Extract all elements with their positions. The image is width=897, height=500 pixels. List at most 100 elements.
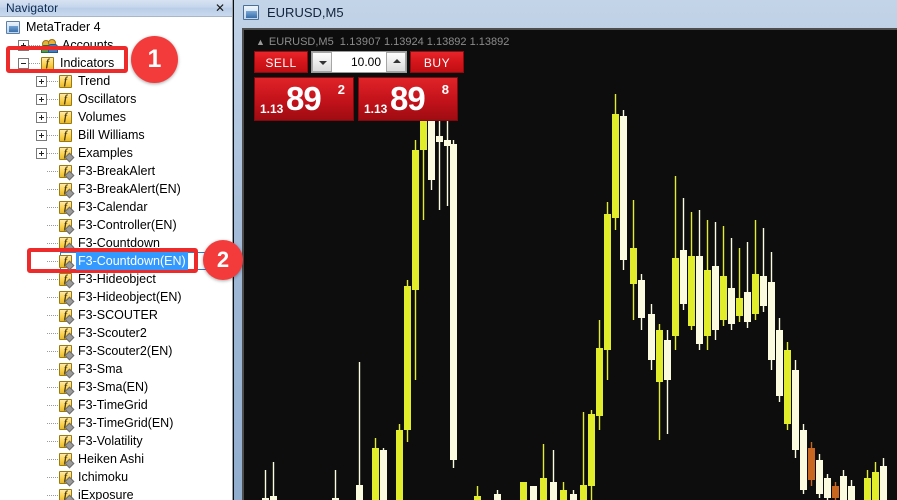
tree-item-label: Bill Williams bbox=[78, 128, 145, 142]
tree-item-f3-controller-en[interactable]: f F3-Controller(EN) bbox=[36, 216, 179, 234]
tree-item-heiken-ashi[interactable]: f Heiken Ashi bbox=[36, 450, 146, 468]
volume-input[interactable]: 10.00 bbox=[332, 55, 386, 69]
chart-titlebar[interactable]: EURUSD,M5 bbox=[234, 0, 897, 27]
fx-custom-icon: f bbox=[59, 344, 72, 358]
tree-item-ichimoku[interactable]: f Ichimoku bbox=[36, 468, 130, 486]
expand-icon[interactable] bbox=[36, 93, 47, 105]
fx-folder-icon: f bbox=[59, 128, 72, 142]
tree-item-f3-scouter2[interactable]: f F3-Scouter2 bbox=[36, 324, 149, 342]
buy-price-fraction: 8 bbox=[441, 82, 449, 97]
tree-item-f3-scouter2-en[interactable]: f F3-Scouter2(EN) bbox=[36, 342, 174, 360]
tree-item-f3-calendar[interactable]: f F3-Calendar bbox=[36, 198, 149, 216]
expand-icon[interactable] bbox=[18, 39, 29, 51]
sell-price-big: 89 bbox=[286, 80, 322, 117]
ohlc-open: 1.13907 bbox=[339, 36, 381, 48]
tree-item-f3-hideobject[interactable]: f F3-Hideobject bbox=[36, 270, 158, 288]
candle-body bbox=[720, 276, 727, 320]
accounts-icon bbox=[41, 38, 58, 53]
collapse-icon[interactable] bbox=[18, 57, 29, 69]
tree-item-label: Oscillators bbox=[78, 92, 137, 106]
tree-item-f3-sma-en[interactable]: f F3-Sma(EN) bbox=[36, 378, 150, 396]
tree-item-f3-countdown[interactable]: f F3-Countdown bbox=[36, 234, 162, 252]
tree-item-f3-volatility[interactable]: f F3-Volatility bbox=[36, 432, 145, 450]
spinner-up-icon[interactable] bbox=[386, 52, 406, 72]
tree-item-f3-breakalert-en[interactable]: f F3-BreakAlert(EN) bbox=[36, 180, 183, 198]
candle-body bbox=[270, 496, 277, 500]
tree-item-f3-timegrid-en[interactable]: f F3-TimeGrid(EN) bbox=[36, 414, 175, 432]
candle-body bbox=[760, 276, 767, 306]
navigator-panel: Navigator ✕ MetaTrader 4 Accounts f Indicat… bbox=[0, 0, 233, 500]
sell-price-display[interactable]: 1.13 89 2 bbox=[254, 77, 354, 121]
tree-item-volumes[interactable]: f Volumes bbox=[36, 108, 128, 126]
tree-item-f3-timegrid[interactable]: f F3-TimeGrid bbox=[36, 396, 150, 414]
buy-price-display[interactable]: 1.13 89 8 bbox=[358, 77, 458, 121]
navigator-tree[interactable]: MetaTrader 4 Accounts f Indicators f Trend f Os… bbox=[0, 18, 232, 500]
tree-item-f3-hideobject-en[interactable]: f F3-Hideobject(EN) bbox=[36, 288, 184, 306]
chart-title: EURUSD,M5 bbox=[267, 5, 344, 20]
tree-item-bill-williams[interactable]: f Bill Williams bbox=[36, 126, 147, 144]
candle-body bbox=[612, 114, 619, 218]
tree-item-trend[interactable]: f Trend bbox=[36, 72, 112, 90]
tree-item-f3-sma[interactable]: f F3-Sma bbox=[36, 360, 124, 378]
close-icon[interactable]: ✕ bbox=[214, 1, 226, 15]
buy-button[interactable]: BUY bbox=[410, 51, 464, 73]
tree-connector bbox=[36, 234, 47, 252]
ohlc-low: 1.13892 bbox=[426, 36, 467, 48]
fx-custom-icon: f bbox=[59, 398, 72, 412]
candle-body bbox=[872, 472, 879, 500]
sell-button[interactable]: SELL bbox=[254, 51, 308, 73]
tree-item-oscillators[interactable]: f Oscillators bbox=[36, 90, 138, 108]
candle-wick bbox=[358, 362, 361, 500]
tree-connector bbox=[47, 414, 59, 432]
tree-item-examples[interactable]: f Examples bbox=[36, 144, 135, 162]
candle-body bbox=[672, 258, 679, 336]
tree-connector bbox=[36, 270, 47, 288]
spinner-down-icon[interactable] bbox=[312, 52, 332, 72]
ohlc-symbol: EURUSD,M5 bbox=[268, 36, 334, 48]
candle-body bbox=[680, 250, 687, 304]
candle-body bbox=[474, 496, 481, 500]
tree-connector bbox=[47, 144, 59, 162]
fx-folder-icon: f bbox=[59, 92, 72, 106]
candle-body bbox=[656, 330, 663, 382]
expand-icon[interactable] bbox=[36, 147, 47, 159]
expand-icon[interactable] bbox=[36, 111, 47, 123]
tree-connector bbox=[36, 162, 47, 180]
buy-price-big: 89 bbox=[390, 80, 426, 117]
tree-connector bbox=[36, 396, 47, 414]
tree-item-label: F3-BreakAlert(EN) bbox=[78, 182, 181, 196]
tree-item-label: Heiken Ashi bbox=[78, 452, 145, 466]
tree-item-f3-scouter[interactable]: f F3-SCOUTER bbox=[36, 306, 160, 324]
tree-connector bbox=[36, 378, 47, 396]
tree-connector bbox=[47, 90, 59, 108]
tree-item-iexposure[interactable]: f iExposure bbox=[36, 486, 136, 500]
candle-body bbox=[744, 292, 751, 322]
fx-custom-icon: f bbox=[59, 200, 72, 214]
tree-connector bbox=[47, 468, 59, 486]
ohlc-high: 1.13924 bbox=[383, 36, 424, 48]
volume-stepper[interactable]: 10.00 bbox=[311, 51, 407, 73]
tree-item-label: Ichimoku bbox=[78, 470, 129, 484]
tree-connector bbox=[36, 180, 47, 198]
candle-body bbox=[848, 486, 855, 500]
candle-body bbox=[436, 136, 443, 142]
fx-custom-icon: f bbox=[59, 290, 72, 304]
tree-item-label: F3-Countdown(EN) bbox=[76, 252, 188, 270]
tree-connector bbox=[36, 450, 47, 468]
chart-collapse-icon[interactable]: ▲ bbox=[256, 37, 265, 47]
candle-body bbox=[396, 430, 403, 500]
tree-connector bbox=[47, 234, 59, 252]
chart-canvas-area[interactable]: ▲ EURUSD,M5 1.13907 1.13924 1.13892 1.1389… bbox=[242, 28, 897, 500]
expand-icon[interactable] bbox=[36, 129, 47, 141]
candle-body bbox=[696, 256, 703, 344]
candle-body bbox=[768, 282, 775, 360]
tree-item-f3-breakalert[interactable]: f F3-BreakAlert bbox=[36, 162, 157, 180]
tree-connector bbox=[29, 54, 41, 72]
expand-icon[interactable] bbox=[36, 75, 47, 87]
tree-item-indicators[interactable]: f Indicators bbox=[18, 54, 116, 72]
tree-item-metatrader-4[interactable]: MetaTrader 4 bbox=[6, 18, 103, 36]
tree-item-label: Trend bbox=[78, 74, 111, 88]
tree-item-f3-countdown-en[interactable]: f F3-Countdown(EN) bbox=[36, 252, 188, 270]
tree-connector bbox=[47, 306, 59, 324]
tree-item-accounts[interactable]: Accounts bbox=[18, 36, 115, 54]
